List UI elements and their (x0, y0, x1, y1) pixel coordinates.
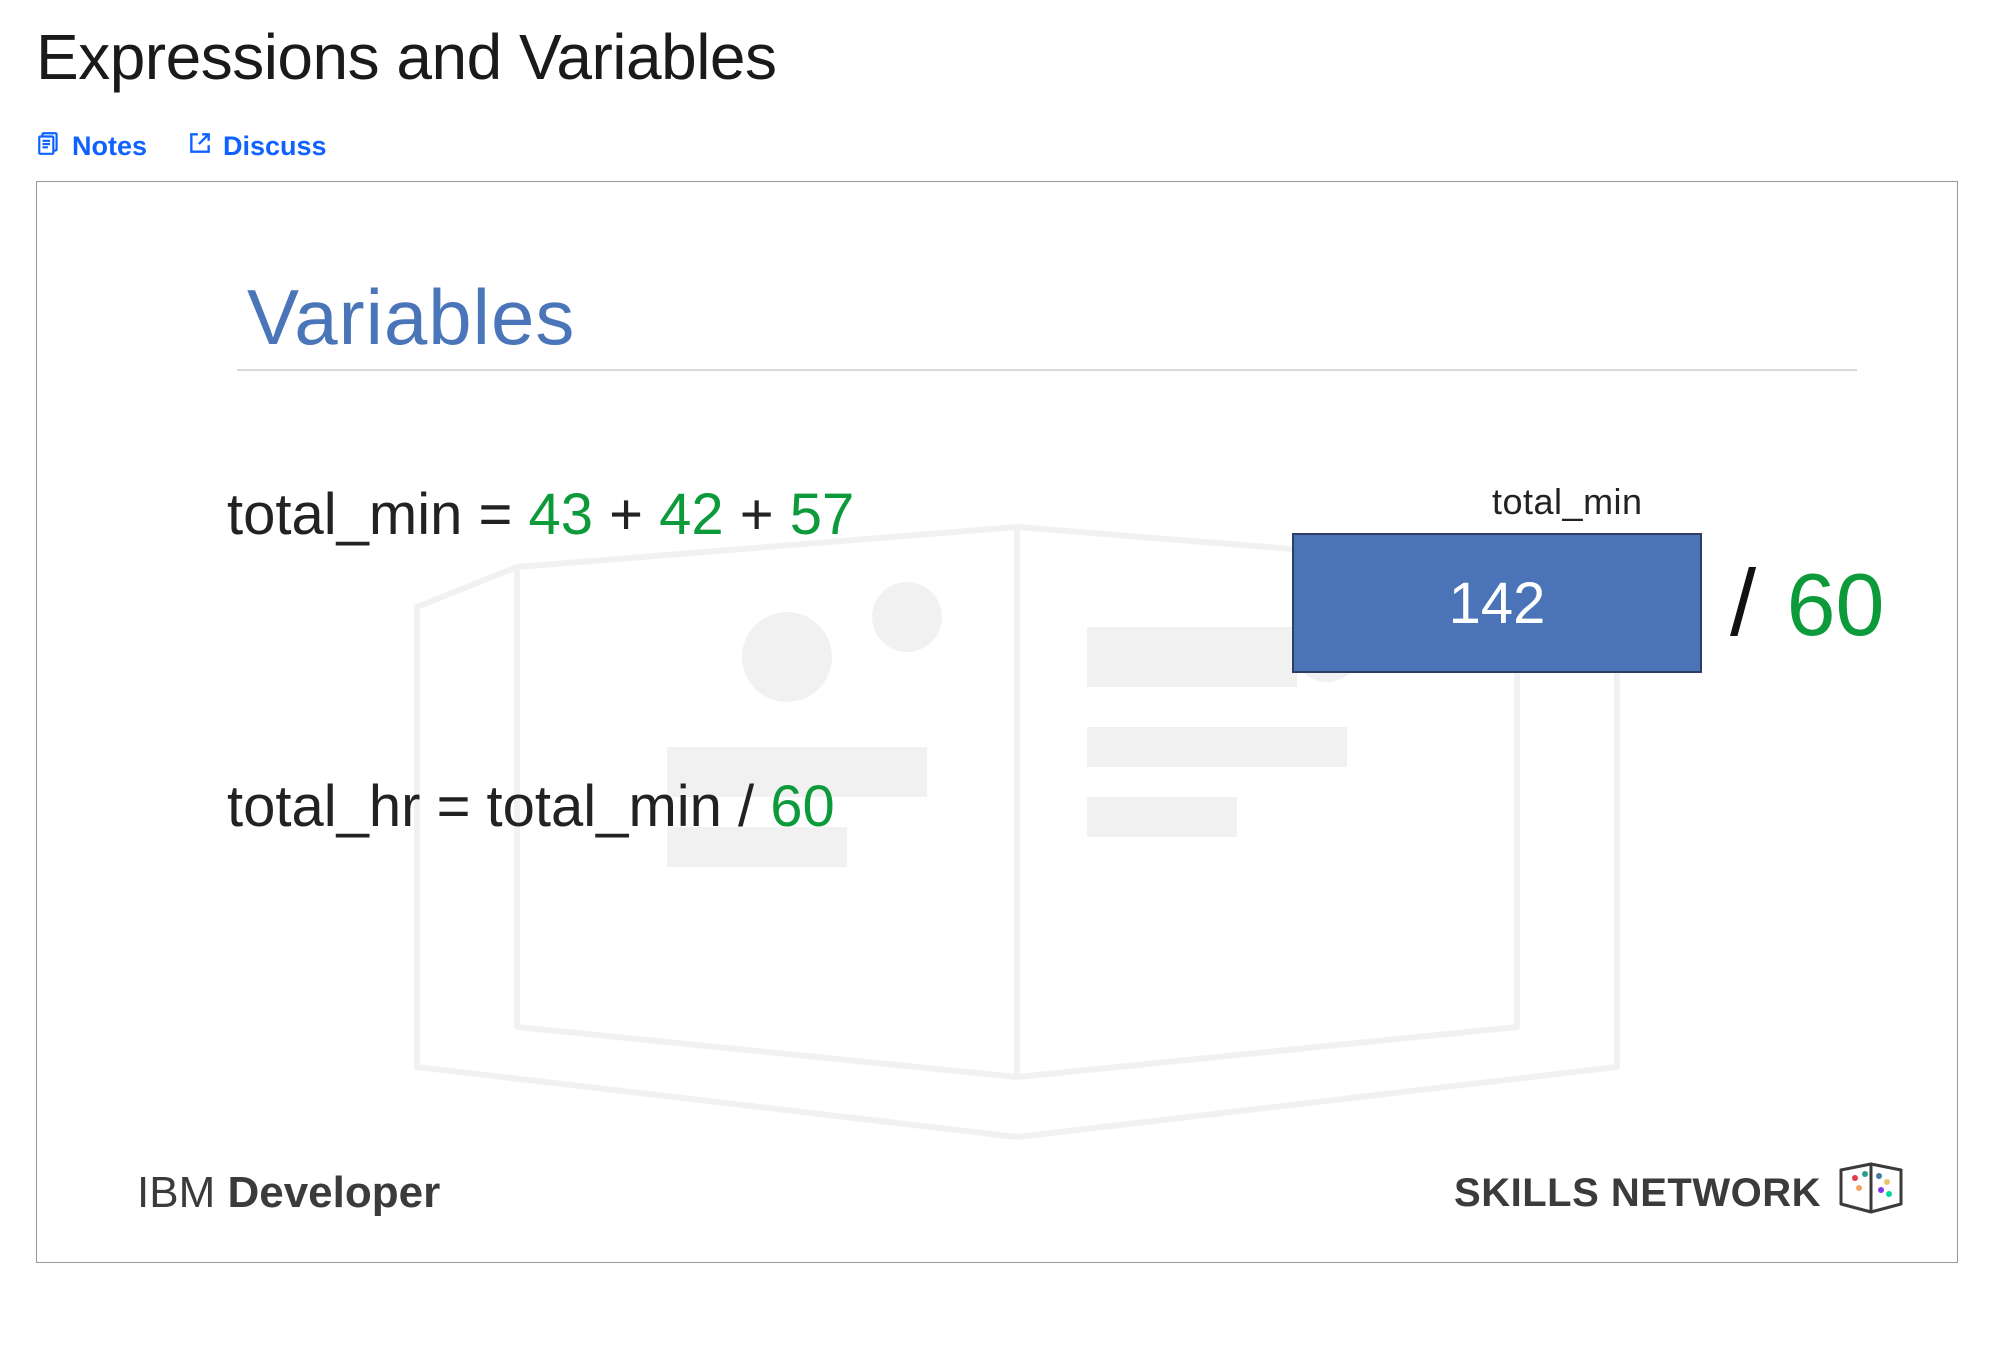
expr1-n1: 43 (528, 482, 593, 547)
footer-right-brand: SKILLS NETWORK (1454, 1160, 1907, 1226)
skills-network-logo-icon (1835, 1160, 1907, 1226)
expr1-n2: 42 (659, 482, 724, 547)
divisor-number: 60 (1787, 555, 1885, 654)
external-link-icon (187, 130, 213, 163)
slash-symbol: / (1730, 550, 1756, 655)
footer-left-brand: IBM Developer (137, 1168, 440, 1218)
expr1-lhs: total_min = (227, 482, 528, 547)
expr2-n1: 60 (770, 774, 835, 839)
slide-footer: IBM Developer SKILLS NETWORK (137, 1160, 1907, 1226)
division-expression: / 60 (1730, 549, 1884, 657)
footer-ibm: IBM (137, 1168, 227, 1217)
expr1-op1: + (593, 482, 659, 547)
slide-heading: Variables (237, 272, 1857, 369)
expr1-n3: 57 (790, 482, 855, 547)
notes-link[interactable]: Notes (36, 130, 147, 163)
discuss-label: Discuss (223, 131, 327, 162)
expr1-op2: + (724, 482, 790, 547)
slide-heading-divider: Variables (237, 272, 1857, 371)
expr2-lhs: total_hr = total_min / (227, 774, 770, 839)
video-slide-frame[interactable]: Variables total_min = 43 + 42 + 57 total… (36, 181, 1958, 1263)
value-illustration: total_min 142 / 60 (1292, 481, 1958, 673)
notes-label: Notes (72, 131, 147, 162)
slide-area: Variables total_min = 43 + 42 + 57 total… (37, 182, 1957, 1262)
value-row: 142 / 60 (1292, 533, 1958, 673)
value-box: 142 (1292, 533, 1702, 673)
notes-icon (36, 130, 62, 163)
action-bar: Notes Discuss (36, 130, 1958, 163)
footer-developer: Developer (227, 1168, 440, 1217)
page-title: Expressions and Variables (36, 20, 1958, 94)
expression-line-2: total_hr = total_min / 60 (227, 773, 1787, 840)
slide-content: total_min = 43 + 42 + 57 total_min 142 /… (237, 481, 1787, 840)
footer-skills-network-label: SKILLS NETWORK (1454, 1171, 1821, 1216)
variable-label: total_min (1492, 481, 1958, 523)
discuss-link[interactable]: Discuss (187, 130, 327, 163)
